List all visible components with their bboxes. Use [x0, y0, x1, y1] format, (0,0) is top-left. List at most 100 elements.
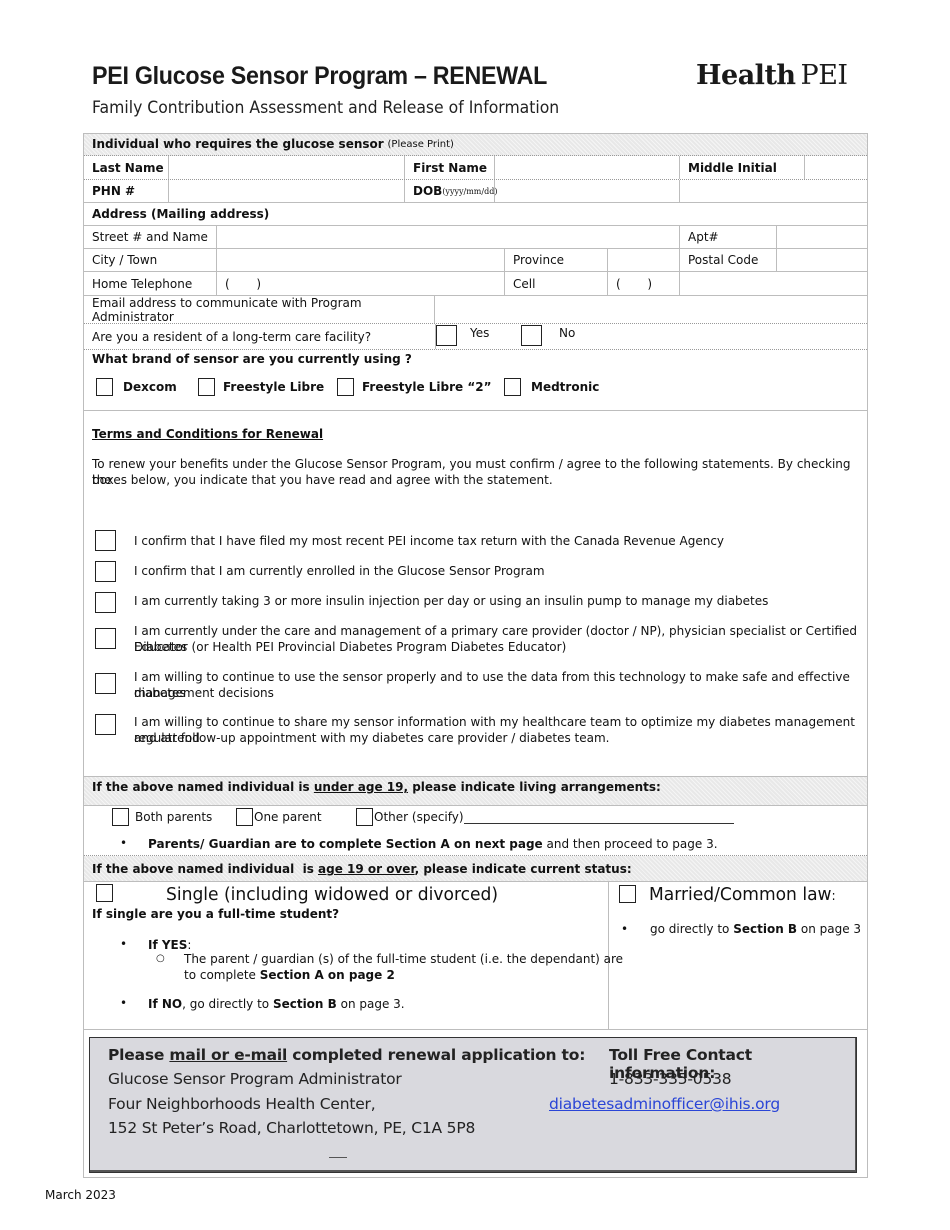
living-option-one-parent[interactable]: One parent: [236, 808, 322, 826]
married-label-text: Married/Common law: [649, 884, 832, 905]
province-label: Province: [513, 253, 565, 267]
ltc-yes-label: Yes: [470, 325, 490, 340]
terms-section: Terms and Conditions for Renewal To rene…: [84, 411, 867, 776]
city-field[interactable]: [217, 249, 505, 271]
freestyle-libre-label: Freestyle Libre: [223, 380, 325, 394]
ltc-no-label: No: [559, 325, 576, 340]
married-instruction: go directly to Section B on page 3: [650, 921, 861, 937]
both-parents-checkbox[interactable]: [112, 808, 129, 826]
sensor-option-medtronic[interactable]: Medtronic: [504, 378, 599, 396]
freestyle-libre-checkbox[interactable]: [198, 378, 215, 396]
ltc-row: Are you a resident of a long-term care f…: [84, 324, 867, 350]
street-field[interactable]: [217, 226, 680, 248]
sensor-option-freestyle-libre-2[interactable]: Freestyle Libre “2”: [337, 378, 491, 396]
renewal-form: Individual who requires the glucose sens…: [83, 133, 868, 1178]
dob-format-hint: (yyyy/mm/dd): [442, 186, 498, 196]
other-checkbox[interactable]: [356, 808, 373, 826]
ltc-no-checkbox[interactable]: [521, 325, 542, 346]
form-title: PEI Glucose Sensor Program – RENEWAL: [92, 62, 548, 90]
statement-2-text: I confirm that I am currently enrolled i…: [134, 564, 545, 578]
cell-field[interactable]: ( ): [608, 272, 680, 295]
terms-title: Terms and Conditions for Renewal: [92, 427, 324, 441]
yes-detail-line2: to complete Section A on page 2: [184, 967, 395, 983]
bullet-icon: •: [621, 922, 629, 936]
sensor-option-dexcom[interactable]: Dexcom: [96, 378, 177, 396]
over-19-heading-pre: If the above named individual is: [92, 862, 319, 876]
single-checkbox[interactable]: [96, 884, 113, 902]
married-post: on page 3: [797, 922, 862, 936]
logo-bold-text: Health: [696, 60, 796, 91]
sensor-option-freestyle-libre[interactable]: Freestyle Libre: [198, 378, 324, 396]
email-label: Email address to communicate with Progra…: [92, 295, 362, 324]
last-name-field[interactable]: [169, 156, 405, 179]
first-name-field[interactable]: [495, 156, 680, 179]
email-row: Email address to communicate with Progra…: [84, 296, 867, 324]
living-arrangements: Both parents One parent Other (specify) …: [84, 806, 867, 856]
if-no-post: on page 3.: [336, 997, 405, 1011]
under-19-heading-pre: If the above named individual is: [92, 780, 314, 794]
email-field[interactable]: [435, 296, 867, 323]
first-name-label: First Name: [413, 160, 488, 175]
dexcom-checkbox[interactable]: [96, 378, 113, 396]
bullet-icon: •: [120, 996, 128, 1010]
under-19-header: If the above named individual is under a…: [84, 776, 867, 806]
phn-row-blank-cell: [680, 180, 867, 202]
middle-initial-label: Middle Initial: [688, 160, 777, 175]
phn-row: PHN # DOB (yyyy/mm/dd): [84, 180, 867, 203]
statement-3-text: I am currently taking 3 or more insulin …: [134, 594, 769, 608]
under-19-note-bold: Parents/ Guardian are to complete Sectio…: [148, 837, 543, 851]
dexcom-label: Dexcom: [123, 380, 177, 394]
statement-4-checkbox[interactable]: [95, 628, 116, 649]
decorative-dash: [329, 1157, 347, 1158]
phone-row: Home Telephone ( ) Cell ( ): [84, 272, 867, 296]
living-option-both-parents[interactable]: Both parents: [112, 808, 212, 826]
yes-detail-line2-bold: Section A on page 2: [259, 968, 395, 982]
statement-2-checkbox[interactable]: [95, 561, 116, 582]
both-parents-label: Both parents: [135, 810, 213, 824]
phone-row-blank-cell: [680, 272, 867, 295]
if-yes-bold: If YES: [148, 938, 188, 952]
cell-label: Cell: [513, 276, 536, 291]
living-option-other[interactable]: Other (specify): [356, 808, 734, 826]
province-field[interactable]: [608, 249, 680, 271]
over-19-header: If the above named individual is age 19 …: [84, 856, 867, 882]
home-telephone-value: ( ): [225, 276, 262, 291]
other-specify-line[interactable]: [463, 822, 734, 824]
apt-label: Apt#: [688, 230, 719, 244]
statement-5-checkbox[interactable]: [95, 673, 116, 694]
married-checkbox[interactable]: [619, 885, 636, 903]
phn-field[interactable]: [169, 180, 405, 202]
admin-email-link[interactable]: diabetesadminofficer@ihis.org: [549, 1095, 780, 1113]
apt-field[interactable]: [777, 226, 867, 248]
under-19-heading: If the above named individual is under a…: [92, 779, 661, 795]
statement-1-text: I confirm that I have filed my most rece…: [134, 534, 725, 548]
sub-bullet-icon: ○: [156, 953, 165, 964]
dob-field[interactable]: [495, 180, 680, 202]
admin-email: diabetesadminofficer@ihis.org: [549, 1095, 780, 1113]
sensor-brand-section: What brand of sensor are you currently u…: [84, 350, 867, 411]
postal-code-label: Postal Code: [688, 253, 759, 267]
cell-value: ( ): [616, 276, 653, 291]
one-parent-checkbox[interactable]: [236, 808, 253, 826]
statement-3-checkbox[interactable]: [95, 592, 116, 613]
under-19-note-rest: and then proceed to page 3.: [542, 837, 718, 851]
home-telephone-label: Home Telephone: [92, 276, 193, 291]
statement-1-checkbox[interactable]: [95, 530, 116, 551]
middle-initial-field[interactable]: [805, 156, 867, 179]
terms-intro-line2: boxes below, you indicate that you have …: [92, 473, 553, 487]
admin-name: Glucose Sensor Program Administrator: [108, 1070, 402, 1088]
postal-code-field[interactable]: [777, 249, 867, 271]
under-19-note: Parents/ Guardian are to complete Sectio…: [148, 836, 718, 852]
last-name-label: Last Name: [92, 160, 164, 175]
if-no-section-b: Section B: [272, 997, 337, 1011]
address-section-title: Address (Mailing address): [92, 207, 270, 221]
medtronic-checkbox[interactable]: [504, 378, 521, 396]
freestyle-libre-2-checkbox[interactable]: [337, 378, 354, 396]
if-no-bold: If NO: [148, 997, 183, 1011]
mail-instruction: Please mail or e-mail completed renewal …: [108, 1046, 585, 1064]
yes-detail-line1: The parent / guardian (s) of the full-ti…: [184, 952, 624, 966]
ltc-yes-checkbox[interactable]: [436, 325, 457, 346]
other-label: Other (specify): [374, 810, 464, 824]
home-telephone-field[interactable]: ( ): [217, 272, 505, 295]
statement-6-checkbox[interactable]: [95, 714, 116, 735]
